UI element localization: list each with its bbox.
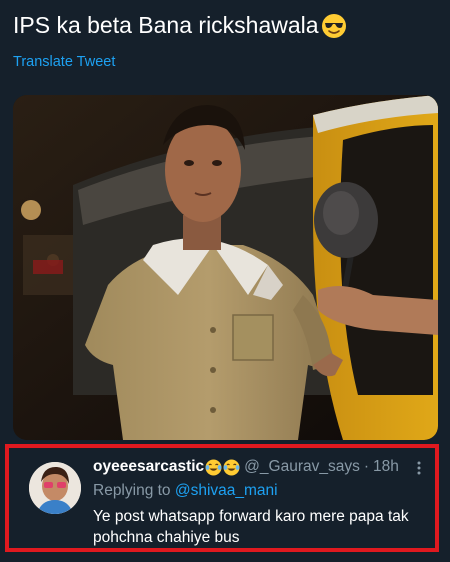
tears-of-joy-icon (205, 459, 222, 476)
tears-of-joy-icon (223, 459, 240, 476)
reply-header: oyeeesarcastic @_Gaurav_says · 18h (93, 458, 399, 476)
highlighted-reply[interactable]: oyeeesarcastic @_Gaurav_says · 18h Reply… (5, 444, 439, 552)
replying-to-label: Replying to (93, 482, 171, 499)
tweet-text-content: IPS ka beta Bana rickshawala (13, 12, 319, 38)
reply-text: Ye post whatsapp forward karo mere papa … (93, 508, 409, 546)
tweet-screenshot: IPS ka beta Bana rickshawala Translate T… (0, 0, 450, 562)
tweet-photo[interactable] (13, 95, 438, 440)
reply-handle[interactable]: @_Gaurav_says (244, 458, 360, 476)
avatar[interactable] (29, 462, 81, 514)
photo-illustration (13, 95, 438, 440)
more-options-icon[interactable] (411, 460, 427, 476)
replying-to-line: Replying to @shivaa_mani (93, 482, 278, 500)
reply-display-name[interactable]: oyeeesarcastic (93, 458, 204, 476)
sunglasses-emoji-icon (321, 13, 347, 39)
replying-to-handle[interactable]: @shivaa_mani (175, 482, 278, 499)
tweet-text: IPS ka beta Bana rickshawala (13, 12, 347, 39)
separator-dot: · (363, 458, 370, 475)
reply-timestamp[interactable]: 18h (373, 458, 399, 476)
translate-tweet-link[interactable]: Translate Tweet (13, 54, 115, 70)
